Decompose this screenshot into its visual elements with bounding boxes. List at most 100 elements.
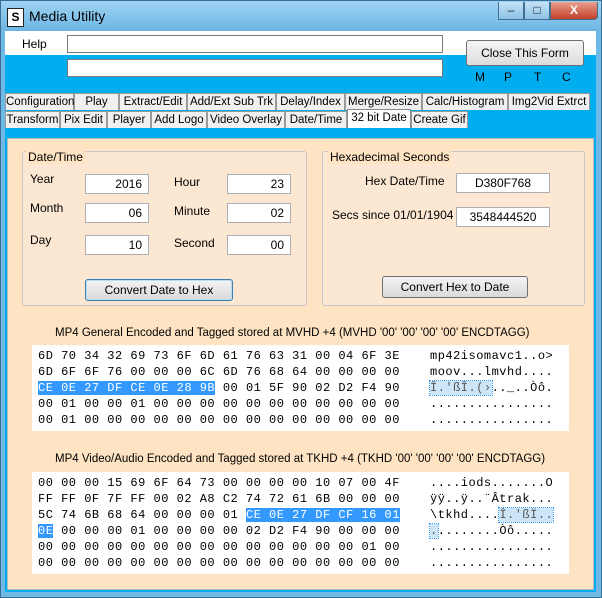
tab-date-time[interactable]: Date/Time xyxy=(285,111,347,128)
mvhd-hex-line[interactable]: 00 01 00 00 01 00 00 00 00 00 00 00 00 0… xyxy=(38,396,400,412)
tab-video-overlay[interactable]: Video Overlay xyxy=(207,111,285,128)
hex-datetime-field[interactable]: D380F768 xyxy=(456,173,550,193)
tab-add-ext-sub-trk[interactable]: Add/Ext Sub Trk xyxy=(187,93,276,110)
hexseconds-legend: Hexadecimal Seconds xyxy=(328,150,452,164)
datetime-legend: Date/Time xyxy=(26,150,85,164)
day-field[interactable]: 10 xyxy=(85,235,149,255)
tab-extract-edit[interactable]: Extract/Edit xyxy=(119,93,187,110)
month-field[interactable]: 06 xyxy=(85,203,149,223)
close-form-button[interactable]: Close This Form xyxy=(466,40,584,66)
tkhd-ascii-selection: . xyxy=(429,523,439,539)
tkhd-ascii-line[interactable]: ....iods.......O xyxy=(430,475,553,491)
tab-row-2: Transform Pix Edit Player Add Logo Video… xyxy=(5,109,596,128)
tkhd-hex-selection: 0E xyxy=(38,524,54,538)
maximize-button[interactable]: □ xyxy=(524,2,550,20)
tkhd-ascii-chars: ................ xyxy=(430,556,554,570)
secs-since-field[interactable]: 3548444520 xyxy=(456,207,550,227)
tkhd-hex-line[interactable]: 00 00 00 15 69 6F 64 73 00 00 00 00 10 0… xyxy=(38,475,400,491)
tab-delay-index[interactable]: Delay/Index xyxy=(276,93,345,110)
indicator-m: M xyxy=(475,70,485,84)
tkhd-hex-line[interactable]: 00 00 00 00 00 00 00 00 00 00 00 00 00 0… xyxy=(38,539,400,555)
close-window-button[interactable]: X xyxy=(550,2,598,20)
mvhd-hex-view[interactable]: 6D 70 34 32 69 73 6F 6D 61 76 63 31 00 0… xyxy=(32,345,569,431)
hour-field[interactable]: 23 xyxy=(227,174,291,194)
tkhd-hex-view[interactable]: 00 00 00 15 69 6F 64 73 00 00 00 00 10 0… xyxy=(32,472,569,574)
title-bar[interactable]: S Media Utility – □ X xyxy=(1,1,601,31)
tkhd-hex-selection: CE 0E 27 DF CF 16 01 xyxy=(245,508,400,522)
tab-pix-edit[interactable]: Pix Edit xyxy=(60,111,107,128)
secs-since-label: Secs since 01/01/1904 xyxy=(332,208,454,222)
tab-create-gif[interactable]: Create Gif xyxy=(411,111,468,128)
tkhd-hex-line[interactable]: 00 00 00 00 00 00 00 00 00 00 00 00 00 0… xyxy=(38,555,400,571)
window-title: Media Utility xyxy=(29,8,106,24)
tkhd-hex-bytes: 5C 74 6B 68 64 00 00 00 01 xyxy=(38,508,246,522)
tab-player[interactable]: Player xyxy=(107,111,151,128)
tab-play[interactable]: Play xyxy=(74,93,119,110)
tkhd-hex-bytes: FF FF 0F 7F FF 00 02 A8 C2 74 72 61 6B 0… xyxy=(38,492,400,506)
mvhd-ascii-line[interactable]: moov...lmvhd.... xyxy=(430,364,553,380)
tkhd-ascii-line[interactable]: ÿÿ..ÿ..¨Âtrak... xyxy=(430,491,553,507)
mvhd-ascii-line[interactable]: Î.'ßÎ.(›.._..Òô. xyxy=(429,380,553,396)
tkhd-ascii-line[interactable]: ................ xyxy=(430,555,553,571)
tkhd-ascii-chars: \tkhd.... xyxy=(430,508,500,522)
minute-field[interactable]: 02 xyxy=(227,203,291,223)
mvhd-hex-line[interactable]: 6D 6F 6F 76 00 00 00 6C 6D 76 68 64 00 0… xyxy=(38,364,400,380)
tab-row-1: Configuration Play Extract/Edit Add/Ext … xyxy=(5,93,596,110)
tkhd-ascii-chars: ....iods.......O xyxy=(430,476,554,490)
mvhd-hex-bytes: 00 01 00 00 00 00 00 00 00 00 00 00 00 0… xyxy=(38,413,400,427)
mvhd-ascii-chars: mp42isomavc1..o> xyxy=(430,349,554,363)
mvhd-hex-line[interactable]: CE 0E 27 DF CE 0E 28 9B 00 01 5F 90 02 D… xyxy=(38,380,400,396)
tkhd-hex-bytes: 00 00 00 01 00 00 00 00 02 D2 F4 90 00 0… xyxy=(53,524,400,538)
tab-merge-resize[interactable]: Merge/Resize xyxy=(345,93,422,110)
second-label: Second xyxy=(174,236,215,250)
status-textbox-2[interactable] xyxy=(67,59,443,77)
mvhd-ascii-chars: moov...lmvhd.... xyxy=(430,365,554,379)
tkhd-hex-line[interactable]: 5C 74 6B 68 64 00 00 00 01 CE 0E 27 DF C… xyxy=(38,507,400,523)
convert-date-to-hex-button[interactable]: Convert Date to Hex xyxy=(85,279,233,301)
tab-32-bit-date[interactable]: 32 bit Date xyxy=(347,109,411,128)
indicator-p: P xyxy=(504,70,513,84)
mvhd-ascii-line[interactable]: ................ xyxy=(430,396,553,412)
tkhd-ascii-line[interactable]: \tkhd....Î.'ßÏ.. xyxy=(430,507,555,523)
mvhd-hex-bytes: 00 01 00 00 01 00 00 00 00 00 00 00 00 0… xyxy=(38,397,400,411)
tkhd-hex-bytes: 00 00 00 00 00 00 00 00 00 00 00 00 00 0… xyxy=(38,556,400,570)
app-window: S Media Utility – □ X Help Close This Fo… xyxy=(0,0,602,598)
tkhd-hex-line[interactable]: FF FF 0F 7F FF 00 02 A8 C2 74 72 61 6B 0… xyxy=(38,491,400,507)
tkhd-ascii-chars: ........Òô..... xyxy=(437,524,554,538)
tab-configuration[interactable]: Configuration xyxy=(5,93,74,110)
tab-add-logo[interactable]: Add Logo xyxy=(151,111,207,128)
tkhd-ascii-line[interactable]: ................ xyxy=(430,539,553,555)
mvhd-hex-line[interactable]: 00 01 00 00 00 00 00 00 00 00 00 00 00 0… xyxy=(38,412,400,428)
menu-help[interactable]: Help xyxy=(22,37,47,51)
mvhd-hex-bytes: 00 01 5F 90 02 D2 F4 90 xyxy=(215,381,400,395)
tab-transform[interactable]: Transform xyxy=(5,111,60,128)
minute-label: Minute xyxy=(174,204,211,218)
tab-content-32-bit-date: Date/Time Year 2016 Month 06 Day 10 Hour… xyxy=(7,138,594,590)
tkhd-hex-line[interactable]: 0E 00 00 00 01 00 00 00 00 02 D2 F4 90 0… xyxy=(38,523,400,539)
mvhd-ascii-selection: Î.'ßÎ.(› xyxy=(429,380,493,396)
app-icon[interactable]: S xyxy=(7,8,24,27)
tkhd-ascii-chars: ÿÿ..ÿ..¨Âtrak... xyxy=(430,492,554,506)
tkhd-hex-bytes: 00 00 00 15 69 6F 64 73 00 00 00 00 10 0… xyxy=(38,476,400,490)
tkhd-section-title: MP4 Video/Audio Encoded and Tagged store… xyxy=(55,453,546,465)
tab-calc-histogram[interactable]: Calc/Histogram xyxy=(422,93,508,110)
status-textbox-1[interactable] xyxy=(67,35,443,53)
mvhd-hex-selection: CE 0E 27 DF CE 0E 28 9B xyxy=(38,381,216,395)
month-label: Month xyxy=(30,201,64,215)
minimize-button[interactable]: – xyxy=(498,2,524,20)
mvhd-ascii-line[interactable]: ................ xyxy=(430,412,553,428)
mvhd-section-title: MP4 General Encoded and Tagged stored at… xyxy=(55,327,530,339)
tkhd-ascii-selection: Î.'ßÏ.. xyxy=(498,507,555,523)
day-label: Day xyxy=(30,233,52,247)
convert-hex-to-date-button[interactable]: Convert Hex to Date xyxy=(382,276,528,298)
second-field[interactable]: 00 xyxy=(227,235,291,255)
tkhd-ascii-line[interactable]: .........Òô..... xyxy=(429,523,554,539)
mvhd-ascii-line[interactable]: mp42isomavc1..o> xyxy=(430,348,553,364)
year-field[interactable]: 2016 xyxy=(85,174,149,194)
mvhd-hex-line[interactable]: 6D 70 34 32 69 73 6F 6D 61 76 63 31 00 0… xyxy=(38,348,400,364)
tkhd-hex-bytes: 00 00 00 00 00 00 00 00 00 00 00 00 00 0… xyxy=(38,540,400,554)
mvhd-ascii-chars: ................ xyxy=(430,413,554,427)
indicator-t: T xyxy=(534,70,542,84)
tab-img2vid-extrct[interactable]: Img2Vid Extrct xyxy=(508,93,590,110)
client-area: Help Close This Form M P T C Configurati… xyxy=(5,31,596,592)
